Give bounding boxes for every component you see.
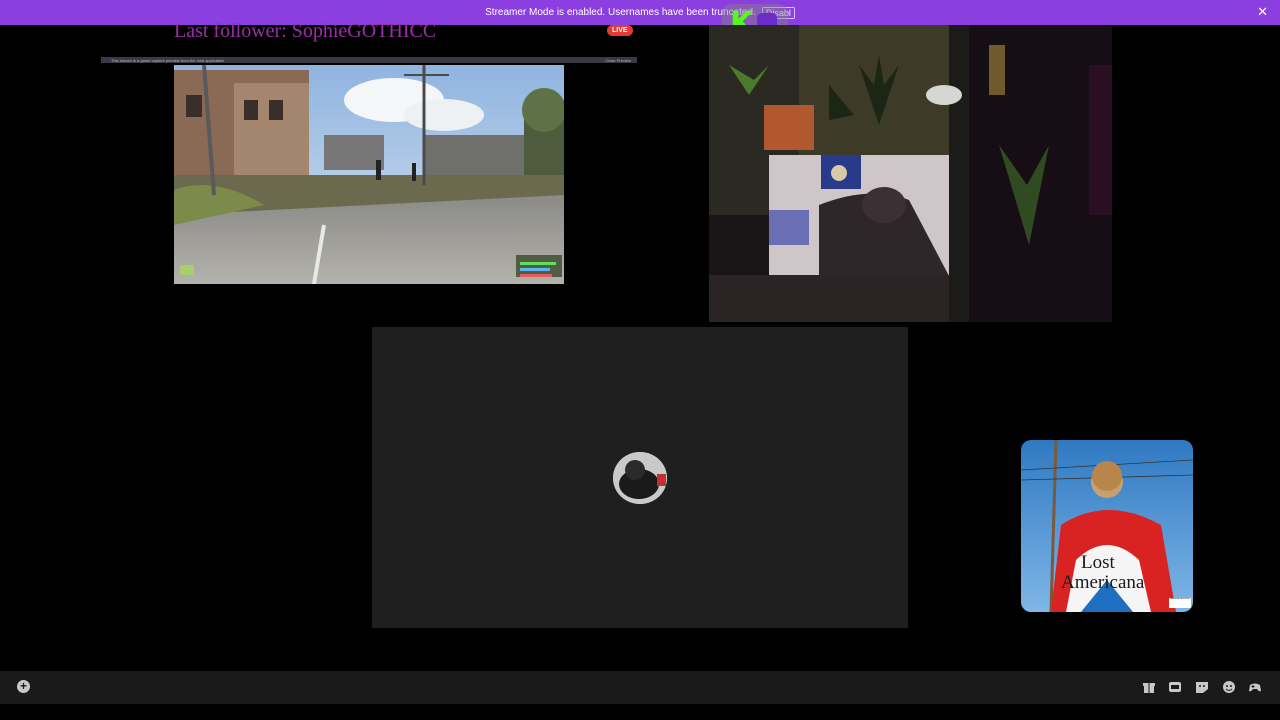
- close-preview-link[interactable]: Close Preview: [605, 58, 637, 63]
- album-cover-art: Lost Americana PARENTAL ADVISORY: [1021, 440, 1193, 612]
- last-follower-text: Last follower: SophieGOTHICC: [174, 20, 437, 42]
- gif-icon[interactable]: [1168, 680, 1182, 694]
- plus-circle-icon[interactable]: +: [17, 680, 30, 693]
- emoji-icon[interactable]: [1222, 680, 1236, 694]
- parental-advisory-label: PARENTAL ADVISORY: [1169, 598, 1191, 608]
- bottom-action-bar: +: [0, 671, 1280, 704]
- album-title-line-2: Americana: [1061, 572, 1145, 593]
- banner-message: Streamer Mode is enabled. Usernames have…: [485, 7, 756, 18]
- capture-notice-bar: This stream is a game capture preview fr…: [101, 57, 637, 63]
- gift-icon[interactable]: [1142, 680, 1156, 694]
- user-avatar[interactable]: [613, 452, 667, 504]
- sticker-icon[interactable]: [1195, 680, 1209, 694]
- voice-call-panel: [372, 327, 908, 628]
- gamepad-icon[interactable]: [1248, 680, 1262, 694]
- live-badge: LIVE: [607, 25, 633, 36]
- capture-notice-text: This stream is a game capture preview fr…: [111, 57, 225, 63]
- close-icon[interactable]: ✕: [1257, 5, 1268, 19]
- game-capture-screen: [174, 65, 564, 284]
- album-title-line-1: Lost: [1081, 552, 1115, 573]
- webcam-feed: [709, 25, 1112, 322]
